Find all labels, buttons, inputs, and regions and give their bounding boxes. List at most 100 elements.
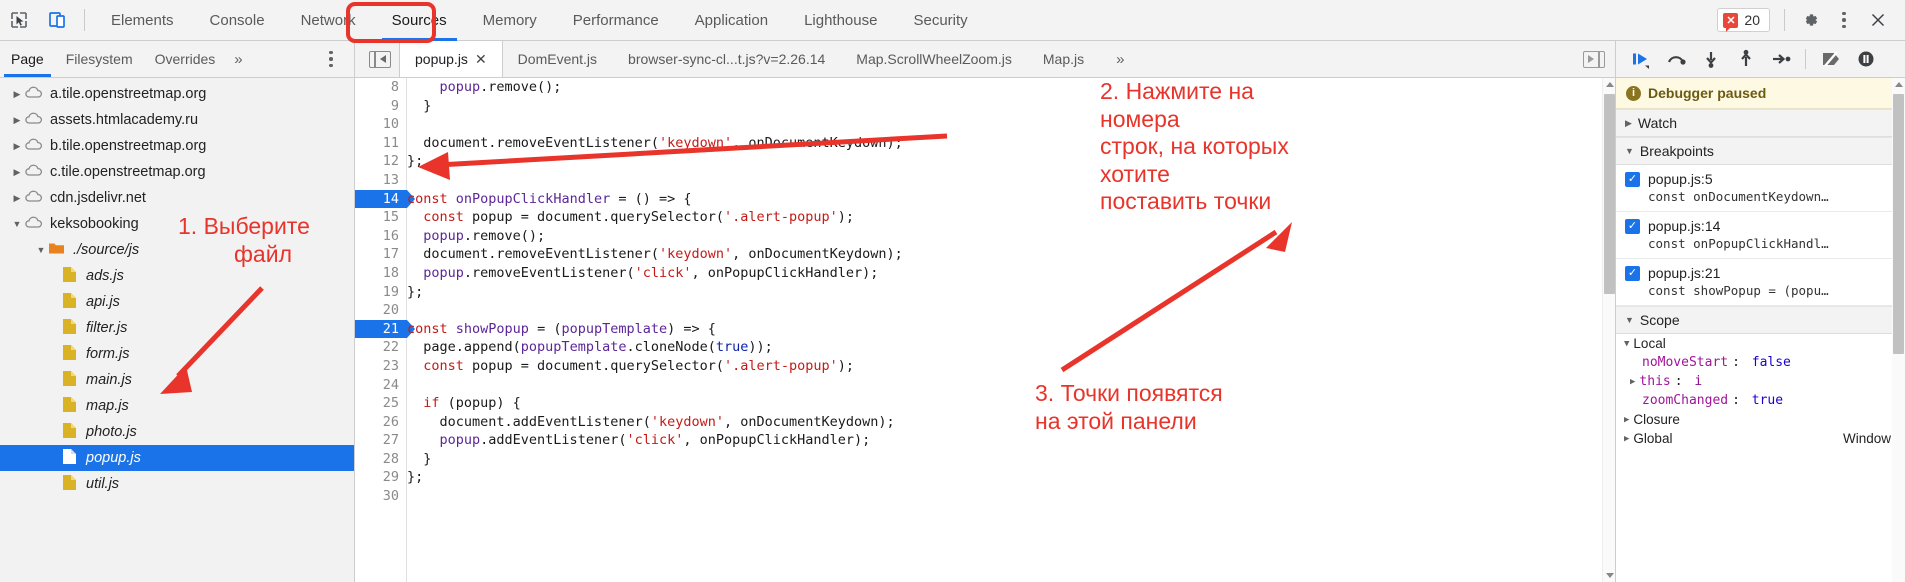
panel-tab-sources[interactable]: Sources: [374, 0, 465, 41]
navigator-file-tree[interactable]: ▶ a.tile.openstreetmap.org ▶ assets.html…: [0, 78, 355, 582]
chevron-right-icon[interactable]: ▶: [10, 89, 24, 100]
code-line[interactable]: const onPopupClickHandler = () => {: [407, 190, 1615, 209]
chevron-down-icon[interactable]: ▼: [1625, 146, 1634, 156]
scrollbar-up-arrow-icon[interactable]: [1603, 78, 1615, 91]
code-line[interactable]: [407, 376, 1615, 395]
tree-item-file-filter-js[interactable]: filter.js: [0, 315, 354, 341]
navigator-more-options-icon[interactable]: [320, 42, 354, 76]
more-options-icon[interactable]: [1827, 3, 1861, 37]
panel-tab-console[interactable]: Console: [192, 0, 283, 41]
inspect-cursor-icon[interactable]: [0, 0, 38, 40]
code-line[interactable]: if (popup) {: [407, 394, 1615, 413]
line-number[interactable]: 24: [355, 376, 407, 395]
tree-item-domain[interactable]: ▶ b.tile.openstreetmap.org: [0, 133, 354, 159]
line-number[interactable]: 10: [355, 115, 407, 134]
tree-item-file-api-js[interactable]: api.js: [0, 289, 354, 315]
code-line[interactable]: const popup = document.querySelector('.a…: [407, 357, 1615, 376]
breakpoint-list-item[interactable]: ✓ popup.js:5 const onDocumentKeydown…: [1616, 165, 1905, 212]
section-header-scope[interactable]: ▼ Scope: [1616, 306, 1905, 334]
close-tab-icon[interactable]: ✕: [475, 51, 487, 68]
code-content[interactable]: popup.remove(); } document.removeEventLi…: [407, 78, 1615, 582]
code-line[interactable]: document.addEventListener('keydown', onD…: [407, 413, 1615, 432]
tree-item-domain[interactable]: ▶ cdn.jsdelivr.net: [0, 185, 354, 211]
line-number[interactable]: 18: [355, 264, 407, 283]
step-icon[interactable]: [1764, 43, 1797, 76]
scope-property-this[interactable]: ▶ this: i: [1616, 372, 1905, 391]
line-number[interactable]: 27: [355, 431, 407, 450]
panel-tab-memory[interactable]: Memory: [465, 0, 555, 41]
panel-tab-performance[interactable]: Performance: [555, 0, 677, 41]
navigator-more-tabs-icon[interactable]: »: [226, 51, 250, 68]
tree-item-domain[interactable]: ▶ a.tile.openstreetmap.org: [0, 81, 354, 107]
code-line[interactable]: }: [407, 97, 1615, 116]
editor-tab-domevent-js[interactable]: DomEvent.js: [503, 41, 613, 77]
editor-more-tabs-icon[interactable]: »: [1100, 51, 1140, 68]
tree-item-file-util-js[interactable]: util.js: [0, 471, 354, 497]
chevron-right-icon[interactable]: ▶: [1624, 415, 1629, 425]
code-line[interactable]: [407, 487, 1615, 506]
drawer-toggle-icon[interactable]: [1583, 50, 1605, 68]
code-line[interactable]: popup.remove();: [407, 227, 1615, 246]
panel-tab-security[interactable]: Security: [895, 0, 985, 41]
chevron-right-icon[interactable]: ▶: [1624, 434, 1629, 444]
line-number[interactable]: 8: [355, 78, 407, 97]
line-number[interactable]: 22: [355, 338, 407, 357]
scrollbar-down-arrow-icon[interactable]: [1603, 569, 1615, 582]
tree-item-file-form-js[interactable]: form.js: [0, 341, 354, 367]
scrollbar-thumb[interactable]: [1604, 94, 1615, 294]
code-line[interactable]: page.append(popupTemplate.cloneNode(true…: [407, 338, 1615, 357]
chevron-right-icon[interactable]: ▶: [10, 167, 24, 178]
code-line[interactable]: }: [407, 450, 1615, 469]
tree-item-file-map-js[interactable]: map.js: [0, 393, 354, 419]
resume-script-execution-icon[interactable]: [1624, 43, 1657, 76]
code-line[interactable]: };: [407, 152, 1615, 171]
line-number[interactable]: 12: [355, 152, 407, 171]
tree-item-domain[interactable]: ▶ c.tile.openstreetmap.org: [0, 159, 354, 185]
line-number[interactable]: 9: [355, 97, 407, 116]
line-number[interactable]: 23: [355, 357, 407, 376]
editor-vertical-scrollbar[interactable]: [1602, 78, 1615, 582]
editor-tab-map-scrollwheelzoom-js[interactable]: Map.ScrollWheelZoom.js: [841, 41, 1028, 77]
section-header-watch[interactable]: ▶ Watch: [1616, 109, 1905, 137]
chevron-right-icon[interactable]: ▶: [10, 141, 24, 152]
tree-item-file-main-js[interactable]: main.js: [0, 367, 354, 393]
tree-item-file-ads-js[interactable]: ads.js: [0, 263, 354, 289]
gear-icon[interactable]: [1793, 3, 1827, 37]
tree-item-domain[interactable]: ▶ assets.htmlacademy.ru: [0, 107, 354, 133]
code-line[interactable]: [407, 115, 1615, 134]
step-into-icon[interactable]: [1694, 43, 1727, 76]
code-line[interactable]: };: [407, 468, 1615, 487]
scope-group-global[interactable]: ▶ Global Window: [1616, 429, 1905, 448]
code-line[interactable]: document.removeEventListener('keydown', …: [407, 245, 1615, 264]
line-number[interactable]: 17: [355, 245, 407, 264]
line-number-gutter[interactable]: 8 9 10 11 12 13 14 15 16 17 18 19 20 21 22 23 24 25 26 27 28…: [355, 78, 415, 582]
scope-group-closure[interactable]: ▶ Closure: [1616, 410, 1905, 429]
sidebar-vertical-scrollbar[interactable]: [1892, 78, 1905, 582]
tree-item-folder-source-js[interactable]: ▼ ./source/js: [0, 237, 354, 263]
chevron-down-icon[interactable]: ▼: [1625, 315, 1634, 325]
chevron-right-icon[interactable]: ▶: [1630, 377, 1635, 387]
line-number[interactable]: 20: [355, 301, 407, 320]
breakpoint-checkbox[interactable]: ✓: [1625, 171, 1640, 187]
panel-tab-network[interactable]: Network: [283, 0, 374, 41]
editor-tab-map-js[interactable]: Map.js: [1028, 41, 1100, 77]
code-line[interactable]: popup.addEventListener('click', onPopupC…: [407, 431, 1615, 450]
close-icon[interactable]: [1861, 3, 1895, 37]
line-number[interactable]: 13: [355, 171, 407, 190]
line-number[interactable]: 25: [355, 394, 407, 413]
breakpoint-list-item[interactable]: ✓ popup.js:21 const showPopup = (popu…: [1616, 259, 1905, 306]
line-number[interactable]: 11: [355, 134, 407, 153]
line-number[interactable]: 15: [355, 208, 407, 227]
line-number[interactable]: 16: [355, 227, 407, 246]
navigator-tab-filesystem[interactable]: Filesystem: [55, 41, 144, 77]
scrollbar-up-arrow-icon[interactable]: [1892, 78, 1905, 91]
navigator-toggle-icon[interactable]: [369, 50, 391, 68]
tree-item-file-photo-js[interactable]: photo.js: [0, 419, 354, 445]
chevron-right-icon[interactable]: ▶: [10, 193, 24, 204]
line-number[interactable]: 30: [355, 487, 407, 506]
code-line[interactable]: };: [407, 283, 1615, 302]
code-line[interactable]: popup.removeEventListener('click', onPop…: [407, 264, 1615, 283]
code-line[interactable]: [407, 301, 1615, 320]
chevron-down-icon[interactable]: ▼: [1624, 339, 1629, 349]
editor-tab-popup-js[interactable]: popup.js ✕: [399, 41, 503, 77]
